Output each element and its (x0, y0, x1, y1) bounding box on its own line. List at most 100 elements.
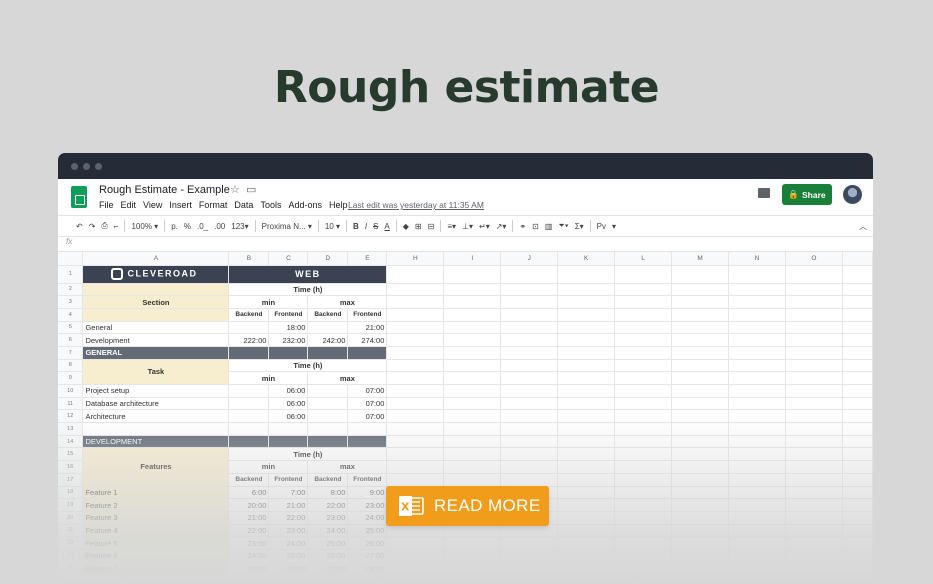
window-maximize-dot[interactable] (95, 163, 102, 170)
table-cell[interactable] (500, 422, 559, 436)
features-header-cell[interactable]: Features (82, 447, 230, 487)
column-header[interactable]: H (386, 252, 445, 266)
table-cell[interactable] (728, 283, 786, 297)
input-tools-button[interactable]: Pv (597, 222, 606, 231)
table-cell[interactable] (307, 435, 349, 449)
table-cell[interactable]: Time (h) (228, 359, 388, 373)
table-cell[interactable] (443, 371, 502, 385)
table-cell[interactable] (557, 409, 616, 424)
table-cell[interactable] (842, 486, 873, 500)
font-select[interactable]: Proxima N... ▾ (262, 222, 312, 231)
insert-link-icon[interactable]: ⚭ (519, 222, 526, 231)
table-cell[interactable] (443, 435, 502, 449)
table-cell[interactable]: max (307, 371, 388, 385)
table-cell[interactable] (842, 308, 873, 322)
table-cell[interactable] (307, 321, 349, 335)
star-icon[interactable]: ☆ (230, 183, 240, 196)
table-cell[interactable] (443, 562, 502, 576)
table-cell[interactable] (728, 511, 786, 525)
table-cell[interactable] (842, 422, 873, 436)
table-cell[interactable]: Feature 6 (82, 549, 230, 563)
input-tools-chevron-icon[interactable]: ▾ (612, 222, 616, 231)
table-cell[interactable] (228, 409, 270, 424)
table-cell[interactable]: min (228, 371, 309, 385)
table-cell[interactable] (443, 460, 502, 474)
table-cell[interactable] (268, 346, 309, 360)
table-cell[interactable] (500, 473, 559, 487)
column-header[interactable]: J (500, 252, 559, 266)
column-header[interactable]: I (443, 252, 502, 266)
table-cell[interactable] (557, 524, 616, 538)
table-cell[interactable] (614, 295, 673, 309)
web-header-cell[interactable]: WEB (228, 265, 388, 284)
column-header[interactable]: B (228, 252, 270, 266)
column-header[interactable] (842, 252, 873, 266)
functions-icon[interactable]: Σ▾ (575, 222, 584, 231)
table-cell[interactable]: 7:00 (268, 486, 309, 500)
table-cell[interactable] (557, 422, 616, 436)
table-cell[interactable] (307, 384, 349, 398)
table-cell[interactable]: 06:00 (268, 409, 309, 424)
table-cell[interactable] (785, 549, 843, 563)
time-header-cell[interactable]: Time (h) (228, 283, 388, 297)
table-cell[interactable] (557, 321, 616, 335)
menu-insert[interactable]: Insert (169, 200, 192, 210)
table-cell[interactable] (500, 321, 559, 335)
table-cell[interactable] (728, 359, 786, 373)
table-cell[interactable] (557, 359, 616, 373)
table-cell[interactable]: 21:00 (268, 498, 309, 512)
table-cell[interactable]: 23:00 (228, 536, 270, 550)
table-cell[interactable] (671, 265, 729, 284)
table-cell[interactable]: 24:00 (268, 536, 309, 550)
table-cell[interactable] (785, 397, 843, 411)
column-header[interactable]: N (728, 252, 786, 266)
table-cell[interactable] (443, 409, 502, 424)
table-cell[interactable] (785, 460, 843, 474)
table-cell[interactable] (842, 397, 873, 411)
table-cell[interactable]: 06:00 (268, 384, 309, 398)
filter-icon[interactable]: ⏷▾ (558, 221, 568, 231)
table-cell[interactable] (386, 333, 445, 347)
table-cell[interactable] (443, 447, 502, 462)
table-cell[interactable] (614, 333, 673, 347)
table-cell[interactable] (842, 473, 873, 487)
table-cell[interactable] (614, 422, 673, 436)
table-cell[interactable] (443, 473, 502, 487)
insert-chart-icon[interactable]: ▥ (545, 222, 553, 231)
table-cell[interactable] (347, 435, 388, 449)
table-cell[interactable] (500, 447, 559, 462)
table-cell[interactable] (386, 473, 445, 487)
table-cell[interactable] (728, 371, 786, 385)
column-header[interactable]: O (785, 252, 843, 266)
table-cell[interactable] (443, 333, 502, 347)
table-cell[interactable] (386, 283, 445, 297)
menu-view[interactable]: View (143, 200, 162, 210)
table-cell[interactable] (785, 562, 843, 576)
table-cell[interactable] (500, 333, 559, 347)
table-cell[interactable] (557, 295, 616, 309)
window-close-dot[interactable] (71, 163, 78, 170)
table-cell[interactable] (614, 409, 673, 424)
table-cell[interactable] (614, 265, 673, 284)
fill-color-icon[interactable]: ◆ (403, 222, 409, 231)
table-cell[interactable] (614, 473, 673, 487)
table-cell[interactable] (842, 346, 873, 360)
table-cell[interactable] (443, 384, 502, 398)
table-cell[interactable] (386, 295, 445, 309)
table-cell[interactable]: Architecture (82, 409, 230, 424)
text-rotate-icon[interactable]: ↗▾ (496, 222, 507, 231)
more-formats-select[interactable]: 123▾ (231, 222, 248, 231)
italic-button[interactable]: I (365, 222, 367, 231)
table-cell[interactable] (728, 435, 786, 449)
table-cell[interactable]: Frontend (347, 473, 388, 487)
table-cell[interactable] (671, 346, 729, 360)
table-cell[interactable] (614, 498, 673, 512)
table-cell[interactable]: 242:00 (307, 333, 349, 347)
read-more-button[interactable]: X READ MORE (386, 486, 549, 526)
table-cell[interactable] (500, 265, 559, 284)
table-cell[interactable]: 26:00 (307, 549, 349, 563)
table-cell[interactable] (728, 536, 786, 550)
table-cell[interactable]: min (228, 460, 309, 474)
table-cell[interactable] (671, 333, 729, 347)
table-cell[interactable]: 07:00 (347, 384, 388, 398)
